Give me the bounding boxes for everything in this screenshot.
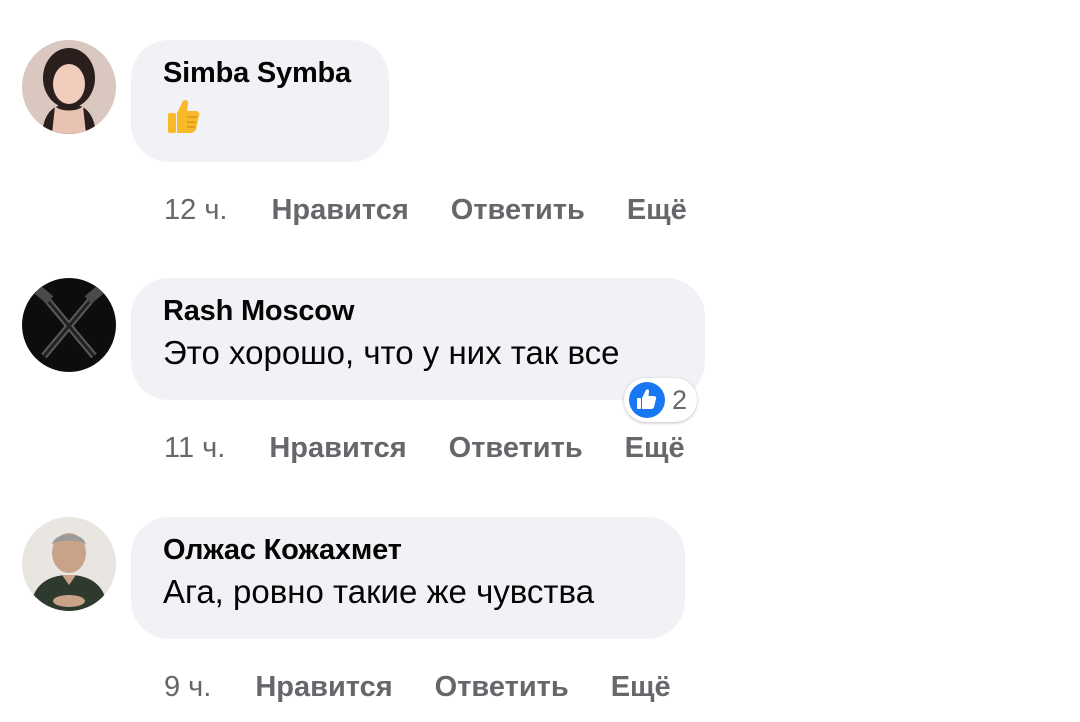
thumbs-up-icon	[163, 96, 357, 141]
avatar[interactable]	[22, 517, 116, 611]
comment-time[interactable]: 12 ч.	[164, 194, 227, 227]
reaction-summary[interactable]: 2	[624, 378, 698, 422]
more-button[interactable]: Ещё	[611, 671, 671, 704]
comment-time[interactable]: 11 ч.	[164, 432, 225, 465]
comment-bubble: Олжас Кожахмет Ага, ровно такие же чувст…	[131, 517, 685, 639]
comment-actions: 12 ч. Нравится Ответить Ещё	[164, 190, 687, 230]
comment-bubble: Rash Moscow Это хорошо, что у них так вс…	[131, 278, 705, 400]
comments-thread: Simba Symba 12 ч. Нравится Ответить Ещё	[0, 0, 1080, 722]
comment-actions: 11 ч. Нравится Ответить Ещё	[164, 428, 685, 468]
like-button[interactable]: Нравится	[271, 194, 408, 227]
avatar[interactable]	[22, 40, 116, 134]
author-name[interactable]: Rash Moscow	[163, 292, 673, 330]
more-button[interactable]: Ещё	[625, 432, 685, 465]
like-button[interactable]: Нравится	[269, 432, 406, 465]
comment-time[interactable]: 9 ч.	[164, 671, 211, 704]
reaction-count: 2	[672, 384, 688, 415]
author-name[interactable]: Олжас Кожахмет	[163, 531, 653, 569]
like-reaction-icon	[629, 382, 665, 418]
avatar[interactable]	[22, 278, 116, 372]
author-name[interactable]: Simba Symba	[163, 54, 357, 92]
reply-button[interactable]: Ответить	[451, 194, 585, 227]
more-button[interactable]: Ещё	[627, 194, 687, 227]
comment-bubble: Simba Symba	[131, 40, 389, 162]
reply-button[interactable]: Ответить	[449, 432, 583, 465]
comment-text: Это хорошо, что у них так все	[163, 334, 620, 371]
comment-actions: 9 ч. Нравится Ответить Ещё	[164, 667, 671, 707]
like-button[interactable]: Нравится	[255, 671, 392, 704]
reply-button[interactable]: Ответить	[435, 671, 569, 704]
comment-text: Ага, ровно такие же чувства	[163, 573, 595, 610]
